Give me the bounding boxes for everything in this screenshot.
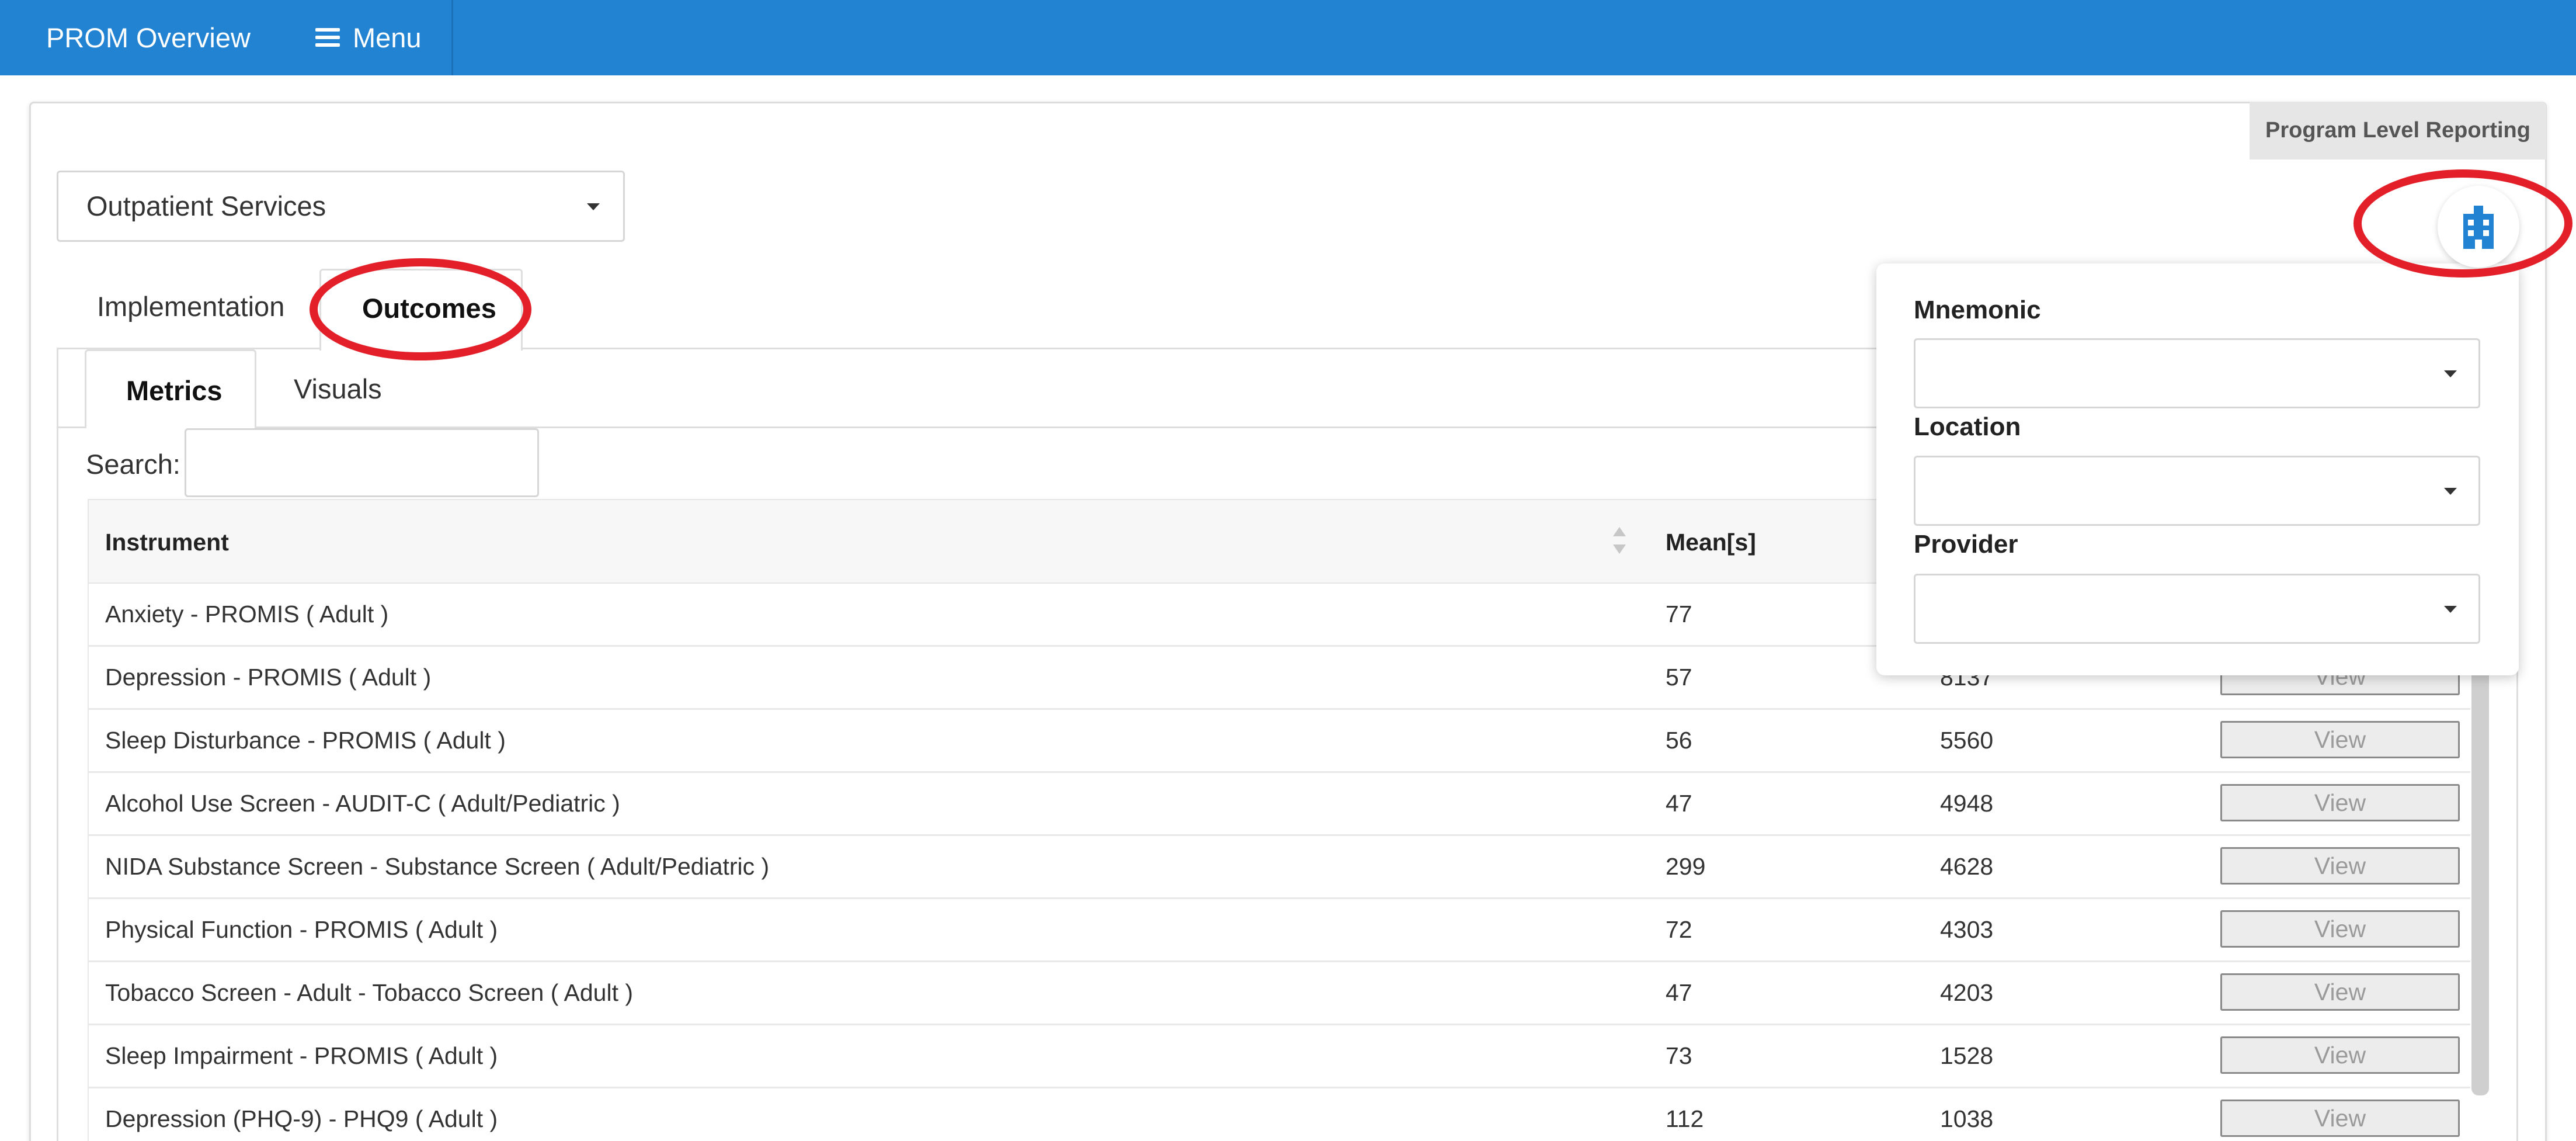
subtab-metrics[interactable]: Metrics xyxy=(85,349,256,428)
location-label: Location xyxy=(1914,412,2021,441)
view-button[interactable]: View xyxy=(2220,847,2460,885)
instrument-cell: Physical Function - PROMIS ( Adult ) xyxy=(105,916,498,943)
program-select-value: Outpatient Services xyxy=(86,190,326,221)
count-cell: 1528 xyxy=(1940,1042,1994,1069)
column-header-instrument[interactable]: Instrument xyxy=(105,500,229,585)
app-title[interactable]: PROM Overview xyxy=(46,0,251,75)
mnemonic-select[interactable] xyxy=(1914,338,2480,408)
view-button[interactable]: View xyxy=(2220,1100,2460,1137)
annotation-circle-outcomes xyxy=(310,258,531,360)
table-row: Alcohol Use Screen - AUDIT-C ( Adult/Ped… xyxy=(88,773,2470,836)
caret-down-icon xyxy=(2444,488,2457,495)
navbar-divider xyxy=(451,0,453,75)
subtab-visuals[interactable]: Visuals xyxy=(294,372,382,407)
instrument-cell: NIDA Substance Screen - Substance Screen… xyxy=(105,853,770,880)
instrument-cell: Alcohol Use Screen - AUDIT-C ( Adult/Ped… xyxy=(105,790,620,817)
count-cell: 4303 xyxy=(1940,916,1994,943)
mean-cell: 77 xyxy=(1666,601,1692,627)
tab-implementation[interactable]: Implementation xyxy=(97,289,284,324)
mean-cell: 299 xyxy=(1666,853,1706,880)
mean-cell: 112 xyxy=(1666,1105,1704,1132)
mean-cell: 72 xyxy=(1666,916,1692,943)
count-cell: 4628 xyxy=(1940,853,1994,880)
reporting-level-tag: Program Level Reporting xyxy=(2250,102,2546,159)
table-row: Sleep Impairment - PROMIS ( Adult ) 73 152… xyxy=(88,1025,2470,1088)
table-row: Tobacco Screen - Adult - Tobacco Screen … xyxy=(88,962,2470,1025)
instrument-cell: Depression (PHQ-9) - PHQ9 ( Adult ) xyxy=(105,1105,498,1132)
provider-label: Provider xyxy=(1914,530,2018,559)
mean-cell: 47 xyxy=(1666,790,1692,817)
view-button[interactable]: View xyxy=(2220,973,2460,1011)
filter-popover: Mnemonic Location Provider xyxy=(1876,263,2519,675)
subtab-metrics-label: Metrics xyxy=(126,375,223,406)
menu-button[interactable]: Menu xyxy=(315,0,422,75)
table-row: Sleep Disturbance - PROMIS ( Adult ) 56 55… xyxy=(88,710,2470,773)
caret-down-icon xyxy=(2444,606,2457,613)
instrument-cell: Depression - PROMIS ( Adult ) xyxy=(105,664,432,691)
instrument-cell: Anxiety - PROMIS ( Adult ) xyxy=(105,601,389,627)
location-select[interactable] xyxy=(1914,456,2480,526)
count-cell: 1038 xyxy=(1940,1105,1994,1132)
mean-cell: 56 xyxy=(1666,727,1692,754)
hamburger-icon xyxy=(315,28,340,47)
provider-select[interactable] xyxy=(1914,574,2480,644)
count-cell: 5560 xyxy=(1940,727,1994,754)
table-row: Physical Function - PROMIS ( Adult ) 72 43… xyxy=(88,899,2470,962)
annotation-circle-filter-button xyxy=(2353,169,2572,278)
view-button[interactable]: View xyxy=(2220,910,2460,948)
instrument-cell: Sleep Disturbance - PROMIS ( Adult ) xyxy=(105,727,506,754)
search-label: Search: xyxy=(86,449,180,480)
view-button[interactable]: View xyxy=(2220,721,2460,758)
mean-cell: 73 xyxy=(1666,1042,1692,1069)
table-row: Depression (PHQ-9) - PHQ9 ( Adult ) 112 10… xyxy=(88,1088,2470,1141)
table-row: NIDA Substance Screen - Substance Screen… xyxy=(88,836,2470,899)
program-select[interactable]: Outpatient Services xyxy=(57,171,625,242)
top-navbar: PROM Overview Menu xyxy=(0,0,2576,75)
mean-cell: 57 xyxy=(1666,664,1692,691)
caret-down-icon xyxy=(2444,370,2457,377)
column-header-mean[interactable]: Mean[s] xyxy=(1666,500,1756,585)
instrument-cell: Sleep Impairment - PROMIS ( Adult ) xyxy=(105,1042,498,1069)
view-button[interactable]: View xyxy=(2220,784,2460,821)
instrument-cell: Tobacco Screen - Adult - Tobacco Screen … xyxy=(105,979,634,1006)
mean-cell: 47 xyxy=(1666,979,1692,1006)
view-button[interactable]: View xyxy=(2220,1036,2460,1074)
count-cell: 4203 xyxy=(1940,979,1994,1006)
mnemonic-label: Mnemonic xyxy=(1914,296,2041,324)
table-scrollbar[interactable] xyxy=(2471,660,2489,1095)
count-cell: 4948 xyxy=(1940,790,1994,817)
sort-icon[interactable] xyxy=(1611,527,1628,559)
caret-down-icon xyxy=(587,203,600,210)
menu-label: Menu xyxy=(353,22,422,53)
search-input[interactable] xyxy=(185,428,539,497)
